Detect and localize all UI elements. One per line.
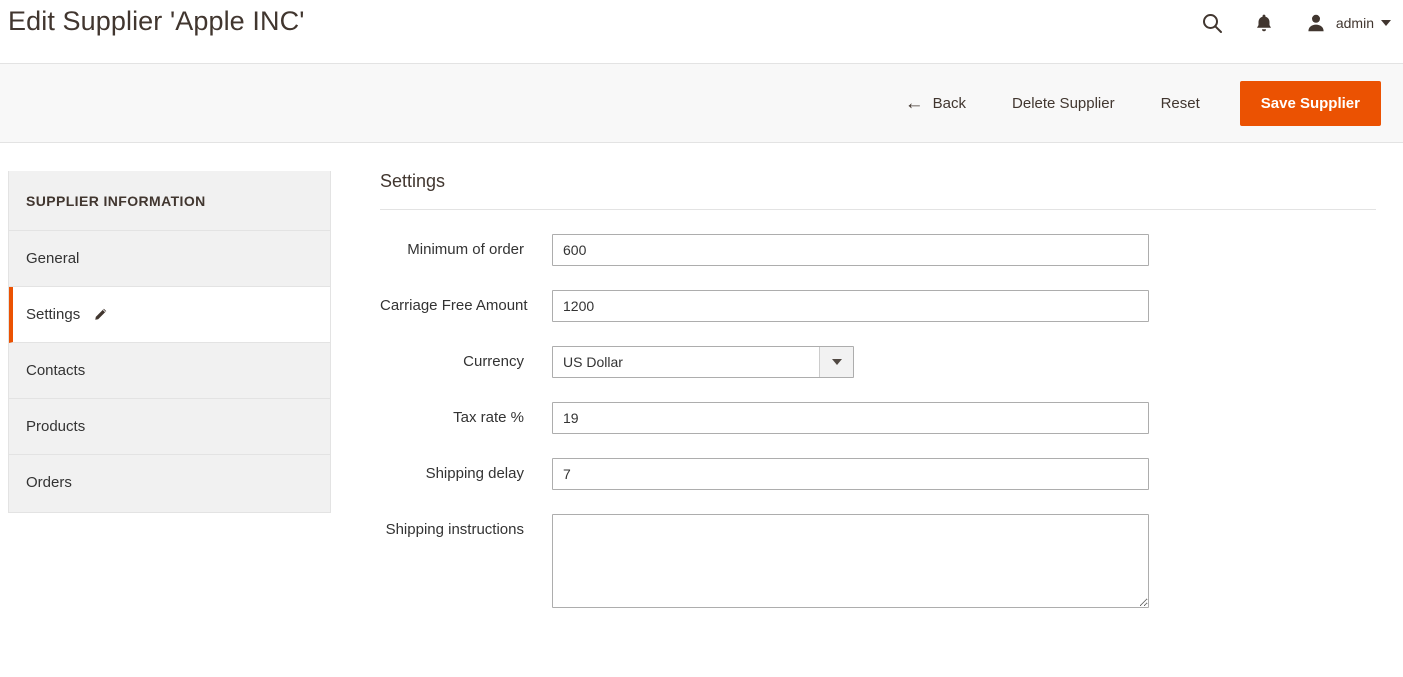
minimum-of-order-input[interactable]	[552, 234, 1149, 266]
sidebar-item-settings[interactable]: Settings	[9, 287, 330, 343]
pencil-icon	[93, 307, 108, 322]
sidebar-item-label: Orders	[26, 474, 72, 491]
tax-rate-label: Tax rate %	[453, 409, 524, 426]
carriage-free-amount-input[interactable]	[552, 290, 1149, 322]
tax-rate-input[interactable]	[552, 402, 1149, 434]
reset-button[interactable]: Reset	[1147, 88, 1214, 119]
sidebar-item-products[interactable]: Products	[9, 399, 330, 455]
page-header: Edit Supplier 'Apple INC' admin	[0, 0, 1403, 64]
field-row-minimum-of-order: Minimum of order	[380, 234, 1380, 266]
field-row-currency: Currency US Dollar	[380, 346, 1380, 378]
sidebar-item-orders[interactable]: Orders	[9, 455, 330, 512]
sidebar-item-contacts[interactable]: Contacts	[9, 343, 330, 399]
sidebar-item-label: General	[26, 250, 80, 267]
field-row-carriage-free-amount: Carriage Free Amount	[380, 290, 1380, 322]
delete-supplier-button[interactable]: Delete Supplier	[998, 88, 1129, 119]
back-button[interactable]: ← Back	[891, 87, 980, 120]
arrow-left-icon: ←	[904, 92, 924, 114]
settings-form: Settings Minimum of order Carriage Free …	[380, 171, 1380, 608]
sidebar-item-label: Settings	[26, 306, 81, 323]
user-avatar-icon	[1303, 10, 1329, 36]
sidebar-item-label: Products	[26, 418, 86, 435]
currency-select[interactable]: US Dollar	[552, 346, 854, 378]
sidebar-item-label: Contacts	[26, 362, 86, 379]
supplier-information-panel: SUPPLIER INFORMATION General Settings Co…	[8, 171, 331, 513]
field-row-tax-rate: Tax rate %	[380, 402, 1380, 434]
chevron-down-icon[interactable]	[819, 347, 853, 377]
shipping-instructions-label: Shipping instructions	[385, 521, 524, 538]
page-main: SUPPLIER INFORMATION General Settings Co…	[0, 143, 1403, 677]
currency-label: Currency	[463, 353, 524, 370]
sidebar-heading: SUPPLIER INFORMATION	[9, 171, 330, 231]
page-actions-toolbar: ← Back Delete Supplier Reset Save Suppli…	[0, 64, 1403, 143]
user-name-label: admin	[1335, 15, 1374, 31]
user-menu[interactable]: admin	[1303, 10, 1391, 36]
page-title: Edit Supplier 'Apple INC'	[8, 6, 305, 36]
chevron-down-icon	[1381, 20, 1391, 26]
save-supplier-button[interactable]: Save Supplier	[1239, 80, 1381, 126]
minimum-of-order-label: Minimum of order	[407, 241, 524, 258]
section-title: Settings	[380, 171, 1376, 210]
field-row-shipping-delay: Shipping delay	[380, 458, 1380, 490]
carriage-free-amount-label: Carriage Free Amount	[380, 297, 528, 314]
bell-icon[interactable]	[1251, 10, 1277, 36]
sidebar-item-general[interactable]: General	[9, 231, 330, 287]
shipping-delay-label: Shipping delay	[425, 465, 524, 482]
shipping-delay-input[interactable]	[552, 458, 1149, 490]
back-button-label: Back	[932, 94, 967, 112]
field-row-shipping-instructions: Shipping instructions	[380, 514, 1380, 608]
search-icon[interactable]	[1199, 10, 1225, 36]
currency-selected-value: US Dollar	[563, 354, 623, 370]
header-actions: admin	[1199, 0, 1391, 46]
shipping-instructions-textarea[interactable]	[552, 514, 1149, 608]
